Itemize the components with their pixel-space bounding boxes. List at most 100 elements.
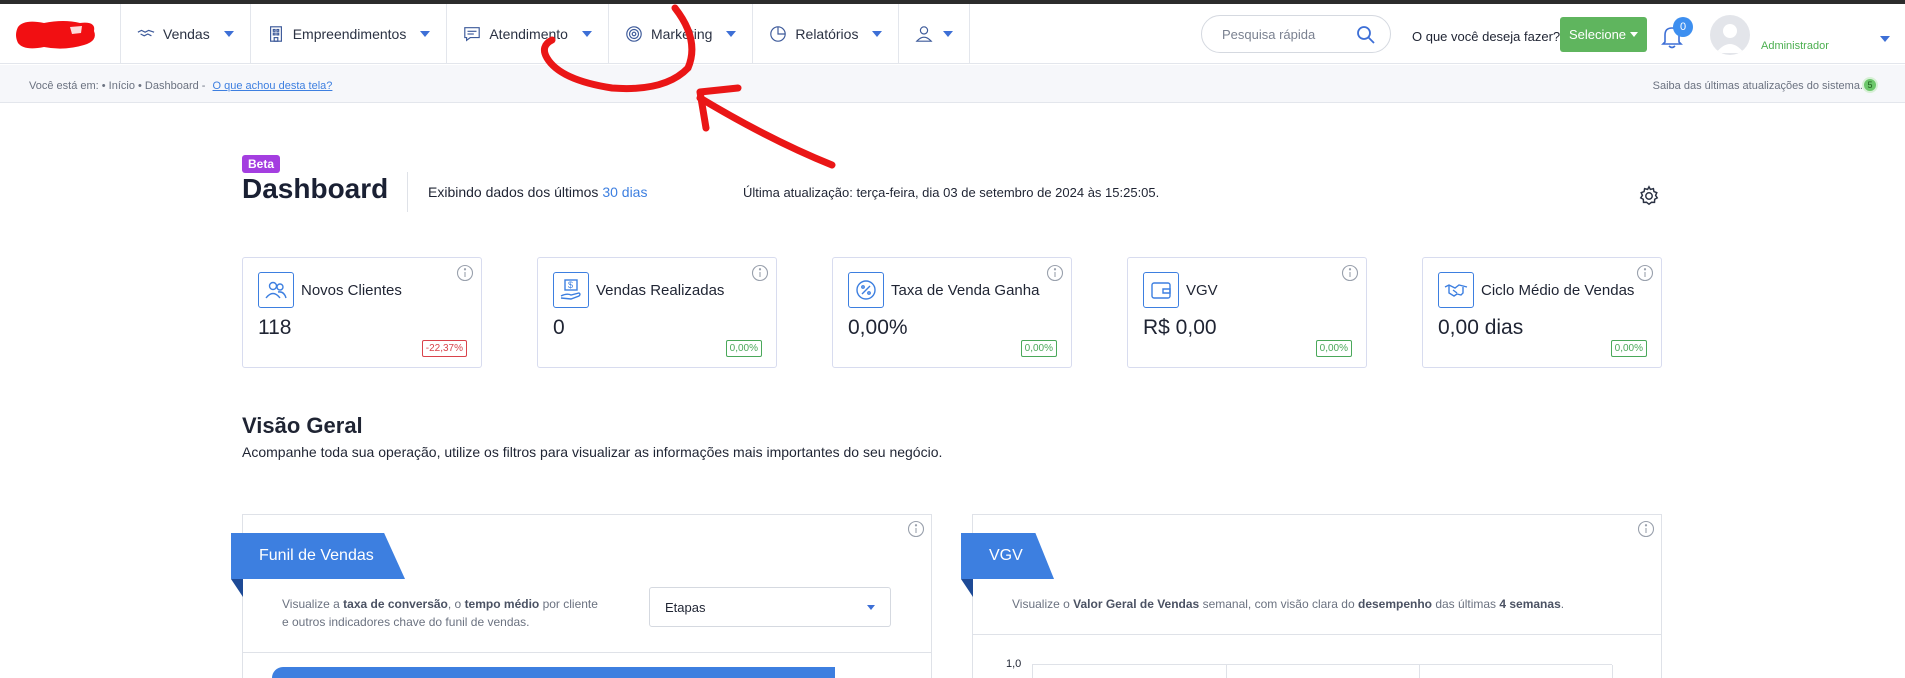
system-updates-link[interactable]: Saiba das últimas atualizações do sistem…: [1653, 80, 1863, 92]
kpi-label: Novos Clientes: [301, 282, 402, 299]
period-prefix: Exibindo dados dos últimos: [428, 184, 599, 200]
kpi-value: 0,00 dias: [1438, 316, 1524, 339]
top-navbar: Vendas Empreendimentos Atendimento Marke…: [0, 4, 1905, 64]
info-icon[interactable]: [1046, 264, 1064, 282]
kpi-value: R$ 0,00: [1143, 316, 1217, 339]
period-selector[interactable]: 30 dias: [602, 184, 647, 200]
page-title: Dashboard: [242, 173, 389, 204]
beta-badge: Beta: [242, 155, 281, 173]
feedback-link[interactable]: O que achou desta tela?: [213, 80, 333, 92]
kpi-card-novos-clientes: Novos Clientes 118 -22,37%: [242, 257, 482, 368]
notification-badge[interactable]: 0: [1673, 17, 1693, 37]
gear-icon[interactable]: [1638, 185, 1660, 207]
panel-divider: [973, 634, 1661, 635]
info-icon[interactable]: [751, 264, 769, 282]
funnel-ribbon: Funil de Vendas: [231, 533, 405, 579]
company-logo[interactable]: [14, 17, 98, 51]
breadcrumb-bar: Você está em: • Início • Dashboard - O q…: [0, 65, 1905, 103]
pie-chart-icon: [770, 26, 787, 42]
handshake-icon: [137, 29, 155, 37]
quick-search[interactable]: [1201, 15, 1391, 53]
nav-atendimento-label: Atendimento: [489, 26, 568, 42]
kpi-change-badge: -22,37%: [421, 340, 467, 357]
funnel-stage-bar[interactable]: [272, 667, 835, 678]
nav-marketing[interactable]: Marketing: [607, 4, 752, 64]
chevron-down-icon: [581, 31, 592, 37]
nav-relatorios[interactable]: Relatórios: [752, 4, 898, 64]
nav-empreendimentos[interactable]: Empreendimentos: [249, 4, 447, 64]
vgv-description: Visualize o Valor Geral de Vendas semana…: [1012, 595, 1652, 613]
kpi-change-badge: 0,00%: [1610, 340, 1647, 357]
nav-empreendimentos-label: Empreendimentos: [292, 26, 407, 42]
info-icon[interactable]: [1637, 520, 1655, 538]
ribbon-fold: [961, 579, 973, 597]
nav-atendimento[interactable]: Atendimento: [446, 4, 608, 64]
search-input[interactable]: [1222, 26, 1352, 42]
funnel-ribbon-title: Funil de Vendas: [259, 547, 374, 564]
desc-text: .: [1560, 597, 1565, 611]
percent-badge-icon: [848, 272, 884, 308]
desc-text: semanal, com visão clara do: [1199, 597, 1358, 611]
kpi-change-badge: 0,00%: [1020, 340, 1057, 357]
desc-bold: tempo médio: [464, 597, 540, 611]
grid-line: [1612, 665, 1613, 678]
kpi-card-vendas-realizadas: $ Vendas Realizadas 0 0,00%: [537, 257, 777, 368]
funnel-stage-select[interactable]: Etapas: [649, 587, 891, 627]
kpi-change-badge: 0,00%: [725, 340, 762, 357]
info-icon[interactable]: [1341, 264, 1359, 282]
panel-divider: [243, 652, 931, 653]
kpi-change-badge: 0,00%: [1315, 340, 1352, 357]
avatar[interactable]: [1710, 15, 1750, 55]
kpi-value: 0: [553, 316, 565, 339]
nav-vendas[interactable]: Vendas: [120, 4, 250, 64]
updates-badge[interactable]: 5: [1862, 77, 1878, 93]
kpi-label: Ciclo Médio de Vendas: [1481, 282, 1635, 299]
info-icon[interactable]: [907, 520, 925, 538]
building-icon: [269, 26, 282, 42]
kpi-card-taxa-venda-ganha: Taxa de Venda Ganha 0,00% 0,00%: [832, 257, 1072, 368]
info-icon[interactable]: [456, 264, 474, 282]
select-action-button[interactable]: Selecione: [1560, 17, 1647, 52]
chat-icon: [464, 27, 481, 42]
info-icon[interactable]: [1636, 264, 1654, 282]
desc-text: por cliente: [539, 597, 598, 611]
period-info: Exibindo dados dos últimos 30 dias: [428, 184, 647, 200]
desc-text: Visualize o: [1012, 597, 1074, 611]
desc-text: das últimas: [1432, 597, 1500, 611]
target-icon: [626, 26, 642, 42]
svg-text:$: $: [568, 280, 573, 290]
ribbon-fold: [231, 579, 243, 597]
user-role: Administrador: [1761, 40, 1829, 52]
funnel-stage-value: Etapas: [665, 599, 706, 615]
search-icon[interactable]: [1356, 25, 1376, 45]
desc-bold: Valor Geral de Vendas: [1073, 597, 1200, 611]
grid-line: [1226, 665, 1227, 678]
select-action-label: Selecione: [1568, 27, 1627, 42]
chevron-down-icon: [943, 31, 954, 37]
kpi-label: VGV: [1186, 282, 1218, 299]
overview-subtitle: Acompanhe toda sua operação, utilize os …: [242, 444, 943, 460]
breadcrumb: Você está em: • Início • Dashboard - O q…: [29, 80, 332, 92]
main-menu: Vendas Empreendimentos Atendimento Marke…: [120, 4, 971, 64]
desc-text: e outros indicadores chave do funil de v…: [282, 615, 530, 629]
nav-user-menu[interactable]: [898, 4, 971, 64]
avatar-placeholder-icon: [1716, 24, 1744, 53]
chevron-down-icon[interactable]: [1880, 36, 1890, 42]
chevron-down-icon: [726, 31, 737, 37]
wallet-icon: [1143, 272, 1179, 308]
desc-bold: 4 semanas: [1499, 597, 1561, 611]
desc-bold: desempenho: [1357, 597, 1432, 611]
header-divider: [407, 172, 408, 212]
user-icon: [915, 26, 933, 42]
vgv-ribbon-title: VGV: [989, 547, 1023, 564]
money-hand-icon: $: [553, 272, 589, 308]
chevron-down-icon: [872, 31, 883, 37]
desc-bold: taxa de conversão: [343, 597, 448, 611]
grid-line: [1419, 665, 1420, 678]
kpi-card-ciclo-medio: Ciclo Médio de Vendas 0,00 dias 0,00%: [1422, 257, 1662, 368]
users-icon: [258, 272, 294, 308]
vgv-y-tick: 1,0: [1006, 658, 1022, 670]
funnel-description: Visualize a taxa de conversão, o tempo m…: [282, 595, 622, 631]
vgv-chart-grid: [1032, 664, 1613, 678]
deal-handshake-icon: [1438, 272, 1474, 308]
